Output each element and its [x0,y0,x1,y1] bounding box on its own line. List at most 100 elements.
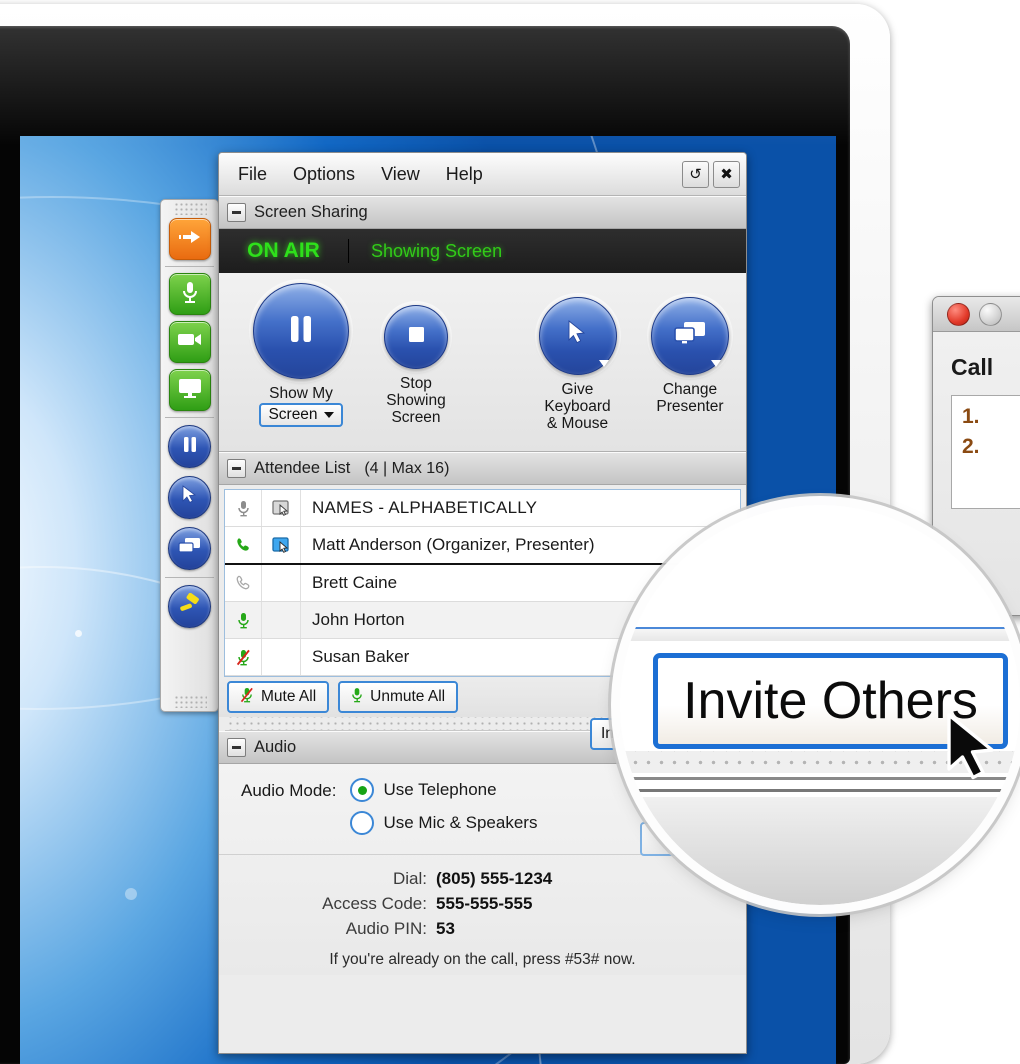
call-window-list: 1. 2. [951,395,1020,509]
screens-icon [673,320,707,352]
gavel-blue-icon [178,592,202,620]
collapse-icon[interactable] [227,738,246,757]
toolbar-separator [165,577,214,578]
access-code-label: Access Code: [322,894,427,913]
stop-showing-screen-button[interactable] [384,305,448,369]
section-title: Audio [254,738,297,756]
collapse-icon[interactable] [227,203,246,222]
attendee-name: Matt Anderson (Organizer, Presenter) [312,535,595,554]
camera-green-icon [177,331,203,353]
call-window-heading: Call [951,354,994,380]
radio-label: Use Telephone [383,780,497,799]
attendee-name: Susan Baker [312,647,410,666]
on-air-badge: ON AIR [219,239,349,263]
change-presenter-control: Change Presenter [634,297,746,415]
radio-label: Use Mic & Speakers [383,813,538,832]
radio-use-mic-speakers[interactable]: Use Mic & Speakers [350,811,537,835]
screen-green-icon [177,377,203,404]
audio-pin-value: 53 [436,919,455,938]
pause-blue-icon [182,436,198,458]
on-air-status-bar: ON AIR Showing Screen [219,229,746,273]
audio-pin-row: Audio PIN: 53 [219,919,746,939]
screen-source-dropdown[interactable]: Screen [259,403,343,427]
mic-green-icon [351,687,363,708]
menu-item-view[interactable]: View [368,162,433,187]
arrow-cursor-icon [944,712,1008,800]
close-red-icon[interactable] [947,302,970,326]
show-my-screen-button[interactable] [253,283,349,379]
screen-cell-empty [262,565,301,601]
section-header-screen-sharing[interactable]: Screen Sharing [219,196,746,229]
audio-hint-text: If you're already on the call, press #53… [329,951,636,968]
cursor-icon [565,319,591,354]
table-row-header: NAMES - ALPHABETICALLY [225,490,740,527]
share-controls: Show My Screen Stop Showing Screen Give … [219,273,746,452]
table-row[interactable]: Matt Anderson (Organizer, Presenter) [225,527,740,565]
toolbar-button-gavel[interactable] [168,585,211,628]
unmute-all-button[interactable]: Unmute All [338,681,459,713]
access-code-value: 555-555-555 [436,894,533,913]
mute-all-button[interactable]: Mute All [227,681,330,713]
show-my-screen-label: Show My [269,385,333,402]
toolbar-button-camera[interactable] [168,321,211,363]
magnified-list-edge [620,627,1020,641]
stop-showing-screen-control: Stop Showing Screen [361,305,471,426]
radio-selected-icon [350,778,375,802]
wallpaper-dot [75,630,82,637]
mic-green-icon [225,602,262,638]
toolbar-button-pause[interactable] [168,425,211,468]
screen-share-active-icon [262,527,301,563]
menu-item-help[interactable]: Help [433,162,496,187]
viewer-toolbar [160,199,219,712]
wallpaper-dot [125,888,137,900]
list-item: 1. [962,405,980,428]
give-keyboard-mouse-label: Give Keyboard & Mouse [544,381,611,432]
toolbar-button-cursor[interactable] [168,476,211,519]
section-header-attendee-list[interactable]: Attendee List (4 | Max 16) [219,452,746,485]
sharing-status-text: Showing Screen [371,240,503,261]
unmute-all-label: Unmute All [370,688,446,705]
dial-value: (805) 555-1234 [436,869,553,888]
menu-item-file[interactable]: File [225,162,280,187]
arrow-orange-icon [177,229,203,250]
give-keyboard-mouse-control: Give Keyboard & Mouse [514,297,641,432]
attendee-name: NAMES - ALPHABETICALLY [312,498,538,517]
stop-icon [408,326,425,348]
change-presenter-button[interactable] [651,297,729,375]
mute-all-label: Mute All [261,688,317,705]
mic-muted-icon [240,687,254,708]
phone-gray-icon [225,565,262,601]
magnifier-content: Invite Others [620,505,1020,905]
attendee-count: (4 | Max 16) [364,459,450,477]
toolbar-grip-top[interactable] [172,203,207,215]
change-presenter-label: Change Presenter [656,381,724,415]
collapse-icon[interactable] [227,459,246,478]
dial-label: Dial: [392,869,427,888]
mic-muted-icon [225,639,262,675]
list-item: 2. [962,435,980,458]
magnified-panel-body [620,797,1020,905]
stop-showing-screen-label: Stop Showing Screen [386,375,446,426]
toolbar-button-mic[interactable] [168,273,211,315]
section-title: Screen Sharing [254,203,368,221]
give-keyboard-mouse-button[interactable] [538,297,617,375]
attendee-name: Brett Caine [312,573,398,592]
toolbar-button-screen[interactable] [168,369,211,411]
call-window-titlebar[interactable] [933,297,1020,332]
restore-icon[interactable]: ↺ [682,160,709,188]
screen-source-value: Screen [268,406,318,423]
section-title: Attendee List [254,459,351,477]
audio-mode-options: Use Telephone Use Mic & Speakers [350,778,537,844]
mic-gray-icon [225,490,262,526]
menu-item-options[interactable]: Options [280,162,368,187]
toolbar-button-screens[interactable] [168,527,211,570]
close-icon[interactable]: ✖ [713,160,740,188]
toolbar-button-arrow[interactable] [168,218,211,260]
radio-use-telephone[interactable]: Use Telephone [350,778,537,802]
screen-cell-empty [262,639,301,675]
mic-green-icon [180,280,200,309]
magnified-invite-others-label: Invite Others [683,672,978,730]
minimize-gray-icon[interactable] [979,302,1002,326]
toolbar-grip-bottom[interactable] [172,696,207,708]
toolbar-separator [165,417,214,418]
